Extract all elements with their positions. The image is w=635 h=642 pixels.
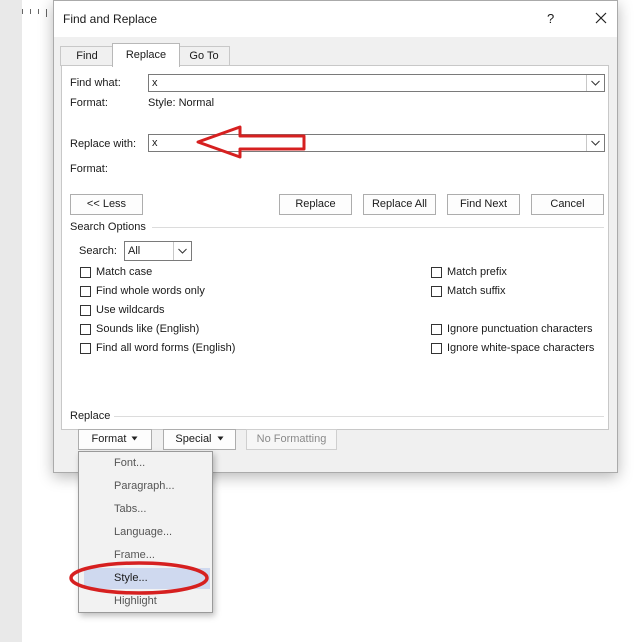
- title-bar: Find and Replace ?: [54, 1, 617, 37]
- search-direction-select[interactable]: All: [124, 241, 192, 261]
- use-wildcards-label: Use wildcards: [96, 304, 165, 316]
- menu-item-language[interactable]: Language...: [84, 522, 210, 543]
- replace-with-label: Replace with:: [70, 138, 137, 150]
- less-button[interactable]: << Less: [70, 194, 143, 215]
- tab-label: Replace: [125, 49, 167, 61]
- replace-format-label: Format:: [70, 163, 108, 175]
- tab-label: Find: [76, 50, 98, 62]
- find-what-value: x: [152, 77, 158, 89]
- caret-down-icon: [131, 436, 138, 441]
- sounds-like-label: Sounds like (English): [96, 323, 200, 335]
- special-button[interactable]: Special: [163, 429, 236, 450]
- dialog-title: Find and Replace: [63, 12, 158, 26]
- ignore-whitespace-label: Ignore white-space characters: [447, 342, 595, 354]
- menu-item-paragraph[interactable]: Paragraph...: [84, 476, 210, 497]
- replace-button[interactable]: Replace: [279, 194, 352, 215]
- word-forms-checkbox[interactable]: [80, 343, 91, 354]
- match-suffix-label: Match suffix: [447, 285, 506, 297]
- ignore-whitespace-checkbox[interactable]: [431, 343, 442, 354]
- find-history-dropdown[interactable]: [586, 75, 604, 91]
- replace-with-value: x: [152, 137, 158, 149]
- replace-panel: Find what: x Format: Style: Normal Repla…: [61, 65, 609, 430]
- word-forms-label: Find all word forms (English): [96, 342, 236, 354]
- chevron-down-icon: [591, 80, 600, 86]
- format-button[interactable]: Format: [78, 429, 152, 450]
- menu-item-style[interactable]: Style...: [84, 568, 210, 589]
- find-format-label: Format:: [70, 97, 108, 109]
- whole-words-checkbox[interactable]: [80, 286, 91, 297]
- help-button[interactable]: ?: [547, 11, 554, 26]
- no-formatting-button[interactable]: No Formatting: [246, 429, 337, 450]
- match-case-checkbox[interactable]: [80, 267, 91, 278]
- cancel-button[interactable]: Cancel: [531, 194, 604, 215]
- menu-item-tabs[interactable]: Tabs...: [84, 499, 210, 520]
- menu-item-frame[interactable]: Frame...: [84, 545, 210, 566]
- find-what-input[interactable]: x: [148, 74, 605, 92]
- ignore-punctuation-checkbox[interactable]: [431, 324, 442, 335]
- search-direction-value: All: [128, 245, 141, 257]
- divider: [152, 227, 604, 228]
- replace-all-button[interactable]: Replace All: [363, 194, 436, 215]
- replace-with-input[interactable]: x: [148, 134, 605, 152]
- chevron-down-icon: [591, 140, 600, 146]
- chevron-down-icon: [178, 248, 187, 254]
- whole-words-label: Find whole words only: [96, 285, 205, 297]
- divider: [114, 416, 604, 417]
- match-prefix-checkbox[interactable]: [431, 267, 442, 278]
- ignore-punctuation-label: Ignore punctuation characters: [447, 323, 593, 335]
- close-icon: [595, 12, 607, 24]
- find-what-label: Find what:: [70, 77, 121, 89]
- close-button[interactable]: [590, 7, 612, 29]
- menu-item-highlight[interactable]: Highlight: [84, 591, 210, 612]
- tab-replace[interactable]: Replace: [112, 43, 180, 67]
- match-suffix-checkbox[interactable]: [431, 286, 442, 297]
- match-case-label: Match case: [96, 266, 153, 278]
- use-wildcards-checkbox[interactable]: [80, 305, 91, 316]
- find-next-button[interactable]: Find Next: [447, 194, 520, 215]
- format-button-label: Format: [91, 433, 127, 445]
- menu-item-font[interactable]: Font...: [84, 453, 210, 474]
- tab-go-to[interactable]: Go To: [178, 46, 230, 66]
- caret-down-icon: [217, 436, 224, 441]
- special-button-label: Special: [175, 433, 212, 445]
- search-options-heading: Search Options: [70, 221, 146, 233]
- replace-history-dropdown[interactable]: [586, 135, 604, 151]
- replace-section-heading: Replace: [70, 410, 111, 422]
- format-menu: Font... Paragraph... Tabs... Language...…: [78, 451, 213, 613]
- tab-label: Go To: [189, 50, 219, 62]
- tab-find[interactable]: Find: [60, 46, 114, 66]
- find-format-value: Style: Normal: [148, 97, 215, 109]
- search-direction-dropdown[interactable]: [173, 242, 191, 260]
- sounds-like-checkbox[interactable]: [80, 324, 91, 335]
- match-prefix-label: Match prefix: [447, 266, 507, 278]
- find-replace-dialog: Find and Replace ? Find Replace Go To Fi…: [53, 0, 618, 473]
- search-direction-label: Search:: [79, 245, 117, 257]
